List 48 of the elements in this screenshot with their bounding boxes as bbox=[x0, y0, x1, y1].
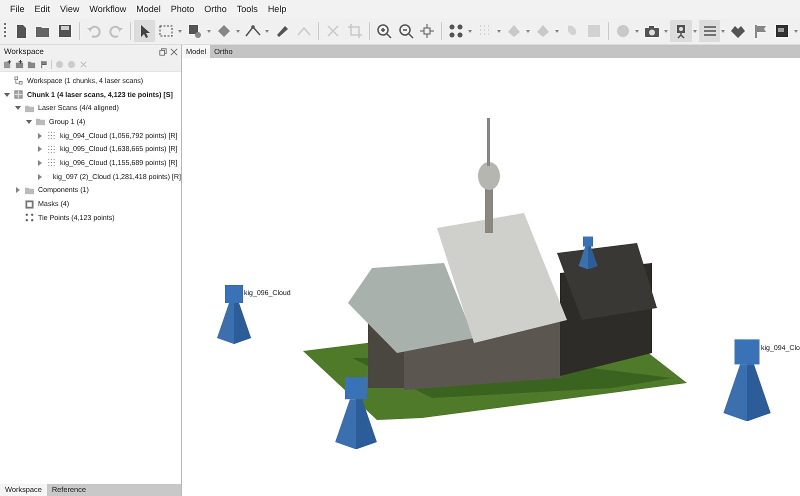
menu-item[interactable]: File bbox=[8, 2, 33, 16]
folder-icon bbox=[25, 186, 34, 195]
chunk-icon bbox=[14, 90, 23, 100]
panel-title: Workspace bbox=[4, 47, 45, 56]
menu-item[interactable]: Photo bbox=[168, 2, 202, 16]
expand-arrow-icon[interactable] bbox=[36, 172, 44, 181]
point-cloud-icon bbox=[47, 144, 56, 154]
folder-icon[interactable] bbox=[27, 60, 36, 69]
menu-item[interactable]: Workflow bbox=[87, 2, 134, 16]
expand-arrow-icon[interactable] bbox=[36, 132, 44, 140]
collapse-arrow-icon[interactable] bbox=[14, 104, 22, 112]
dropdown-caret-icon[interactable] bbox=[794, 30, 798, 32]
float-icon[interactable] bbox=[159, 48, 167, 56]
menu-item[interactable]: View bbox=[58, 2, 88, 16]
pointer-icon[interactable] bbox=[134, 20, 156, 42]
dropdown-caret-icon[interactable] bbox=[207, 30, 212, 32]
dropdown-caret-icon[interactable] bbox=[178, 30, 182, 32]
scanner-icon[interactable] bbox=[670, 20, 692, 42]
close-icon[interactable] bbox=[170, 48, 178, 56]
dropdown-caret-icon[interactable] bbox=[265, 30, 270, 32]
expand-arrow-icon[interactable] bbox=[36, 145, 44, 154]
workspace-icon bbox=[14, 76, 23, 86]
menu-item[interactable]: Model bbox=[134, 2, 169, 16]
list-icon[interactable] bbox=[698, 20, 720, 42]
add-folder-icon[interactable] bbox=[15, 60, 24, 69]
point-cloud-icon bbox=[47, 158, 56, 168]
dropdown-caret-icon[interactable] bbox=[526, 30, 530, 32]
expand-arrow-icon[interactable] bbox=[14, 186, 22, 194]
dropdown-caret-icon[interactable] bbox=[236, 30, 240, 32]
expand-arrow-icon[interactable] bbox=[36, 158, 44, 167]
add-chunk-icon[interactable] bbox=[3, 60, 12, 69]
menu-item[interactable]: Ortho bbox=[202, 2, 235, 16]
dropdown-caret-icon[interactable] bbox=[721, 30, 726, 32]
mask-icon bbox=[25, 200, 34, 209]
collapse-arrow-icon[interactable] bbox=[25, 118, 33, 126]
dropdown-caret-icon[interactable] bbox=[497, 30, 502, 32]
dropdown-caret-icon[interactable] bbox=[634, 30, 639, 32]
tie-points-icon bbox=[25, 213, 34, 222]
point-cloud-icon bbox=[47, 131, 56, 140]
collapse-arrow-icon[interactable] bbox=[3, 90, 11, 99]
dropdown-caret-icon[interactable] bbox=[555, 30, 560, 32]
marker-icon[interactable] bbox=[39, 60, 48, 69]
menu-item[interactable]: Help bbox=[266, 2, 294, 16]
menu-item[interactable]: Edit bbox=[32, 2, 58, 16]
menu-item[interactable]: Tools bbox=[234, 2, 266, 16]
laser-scanner-drawing[interactable] bbox=[334, 376, 378, 450]
laser-scanner-drawing[interactable] bbox=[578, 236, 598, 270]
dropdown-caret-icon[interactable] bbox=[468, 30, 472, 32]
